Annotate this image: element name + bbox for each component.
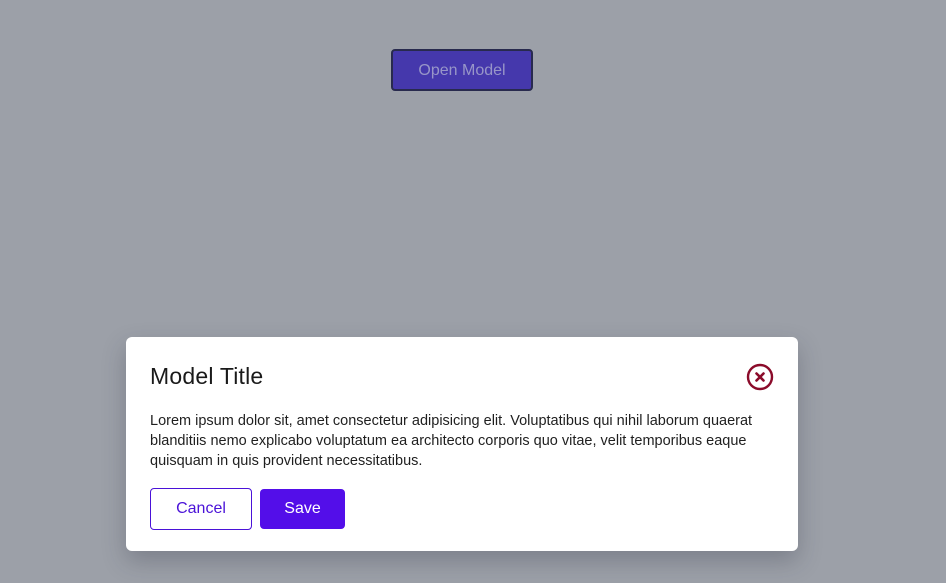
modal-title: Model Title — [150, 363, 264, 389]
modal-dialog: Model Title Lorem ipsum dolor sit, amet … — [126, 337, 798, 551]
modal-close-button[interactable] — [746, 363, 774, 391]
close-circle-icon — [746, 363, 774, 391]
save-button[interactable]: Save — [260, 489, 345, 529]
modal-footer: Cancel Save — [150, 488, 774, 530]
modal-header: Model Title — [150, 361, 774, 395]
open-model-button[interactable]: Open Model — [391, 49, 533, 91]
modal-body-text: Lorem ipsum dolor sit, amet consectetur … — [150, 413, 753, 469]
cancel-button[interactable]: Cancel — [150, 488, 252, 530]
